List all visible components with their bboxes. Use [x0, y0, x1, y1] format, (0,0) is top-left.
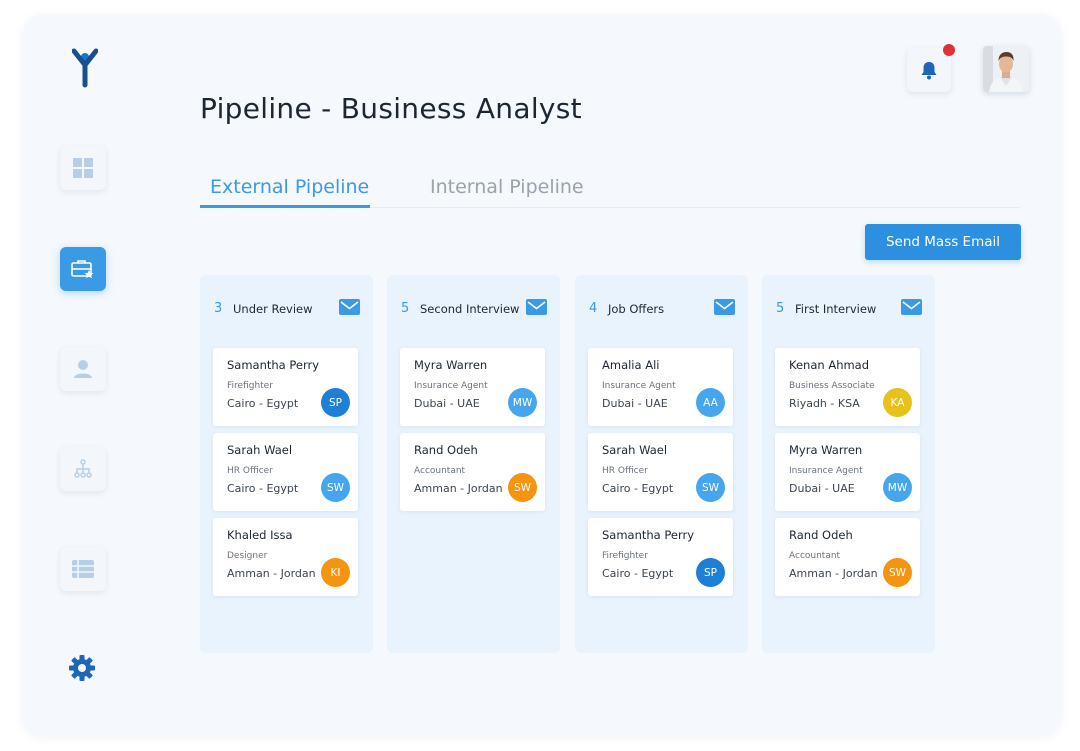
- pipeline-tabs: External Pipeline Internal Pipeline: [200, 172, 1020, 208]
- column-count: 5: [776, 301, 785, 316]
- sidebar-item-reports[interactable]: [60, 547, 106, 591]
- send-mass-email-button[interactable]: Send Mass Email: [865, 224, 1021, 260]
- candidate-role: Designer: [227, 551, 268, 561]
- tab-internal-pipeline[interactable]: Internal Pipeline: [430, 176, 584, 198]
- candidate-initials-avatar: KA: [883, 388, 912, 417]
- candidate-card[interactable]: Myra Warren Insurance Agent Dubai - UAE MW: [400, 348, 545, 426]
- candidate-location: Cairo - Egypt: [602, 482, 674, 495]
- sidebar-item-jobs[interactable]: [60, 247, 106, 291]
- candidate-role: Accountant: [414, 466, 466, 476]
- mail-icon[interactable]: [901, 299, 922, 315]
- column-count: 5: [401, 301, 410, 316]
- user-icon: [74, 360, 92, 378]
- gear-icon[interactable]: [68, 654, 96, 682]
- tab-external-pipeline[interactable]: External Pipeline: [210, 176, 369, 198]
- candidate-role: Insurance Agent: [414, 381, 488, 391]
- candidate-initials-avatar: SW: [321, 473, 350, 502]
- candidate-initials-avatar: SP: [321, 388, 350, 417]
- pipeline-column: 3 Under Review Samantha Perry Firefighter Ca…: [200, 275, 373, 653]
- candidate-name: Samantha Perry: [227, 358, 320, 372]
- candidate-card[interactable]: Sarah Wael HR Officer Cairo - Egypt SW: [213, 433, 358, 511]
- candidate-location: Cairo - Egypt: [227, 397, 299, 410]
- column-header: 5 First Interview: [762, 299, 935, 319]
- candidate-location: Dubai - UAE: [602, 397, 668, 410]
- candidate-name: Sarah Wael: [602, 443, 668, 457]
- column-count: 3: [214, 301, 223, 316]
- briefcase-star-icon: [71, 260, 94, 279]
- column-title: First Interview: [795, 302, 877, 316]
- mail-icon[interactable]: [339, 299, 360, 315]
- candidate-initials-avatar: MW: [883, 473, 912, 502]
- candidate-card[interactable]: Kenan Ahmad Business Associate Riyadh - KS…: [775, 348, 920, 426]
- candidate-name: Amalia Ali: [602, 358, 660, 372]
- candidate-role: Insurance Agent: [602, 381, 676, 391]
- candidate-card[interactable]: Samantha Perry Firefighter Cairo - Egypt SP: [213, 348, 358, 426]
- column-title: Job Offers: [608, 302, 665, 316]
- candidate-card[interactable]: Samantha Perry Firefighter Cairo - Egypt SP: [588, 518, 733, 596]
- sidebar-item-candidates[interactable]: [60, 347, 106, 391]
- candidate-card[interactable]: Amalia Ali Insurance Agent Dubai - UAE AA: [588, 348, 733, 426]
- candidate-initials-avatar: KI: [321, 558, 350, 587]
- page-title: Pipeline - Business Analyst: [200, 92, 582, 125]
- column-header: 4 Job Offers: [575, 299, 748, 319]
- org-chart-icon: [74, 459, 92, 478]
- candidate-name: Kenan Ahmad: [789, 358, 870, 372]
- candidate-initials-avatar: SW: [883, 558, 912, 587]
- candidate-card[interactable]: Sarah Wael HR Officer Cairo - Egypt SW: [588, 433, 733, 511]
- pipeline-column: 5 First Interview Kenan Ahmad Business Asso…: [762, 275, 935, 653]
- candidate-role: Accountant: [789, 551, 841, 561]
- candidate-location: Amman - Jordan: [227, 567, 316, 580]
- candidate-role: Firefighter: [602, 551, 648, 561]
- candidate-name: Rand Odeh: [789, 528, 853, 542]
- candidate-card[interactable]: Khaled Issa Designer Amman - Jordan KI: [213, 518, 358, 596]
- pipeline-column: 5 Second Interview Myra Warren Insurance Ag…: [387, 275, 560, 653]
- column-title: Under Review: [233, 302, 313, 316]
- candidate-initials-avatar: SW: [508, 473, 537, 502]
- candidate-card[interactable]: Rand Odeh Accountant Amman - Jordan SW: [400, 433, 545, 511]
- candidate-name: Rand Odeh: [414, 443, 478, 457]
- active-tab-indicator: [200, 205, 370, 208]
- candidate-name: Khaled Issa: [227, 528, 293, 542]
- profile-photo: [983, 46, 1029, 92]
- column-count: 4: [589, 301, 598, 316]
- candidate-card[interactable]: Rand Odeh Accountant Amman - Jordan SW: [775, 518, 920, 596]
- candidate-role: Insurance Agent: [789, 466, 863, 476]
- user-avatar[interactable]: [983, 46, 1029, 92]
- candidate-initials-avatar: MW: [508, 388, 537, 417]
- dashboard-icon: [73, 158, 93, 178]
- candidate-role: Firefighter: [227, 381, 273, 391]
- candidate-location: Amman - Jordan: [414, 482, 503, 495]
- candidate-role: HR Officer: [227, 466, 273, 476]
- candidate-initials-avatar: SW: [696, 473, 725, 502]
- bell-icon: [921, 61, 937, 79]
- pipeline-column: 4 Job Offers Amalia Ali Insurance Agent Duba…: [575, 275, 748, 653]
- candidate-location: Riyadh - KSA: [789, 397, 860, 410]
- candidate-card[interactable]: Myra Warren Insurance Agent Dubai - UAE MW: [775, 433, 920, 511]
- candidate-initials-avatar: AA: [696, 388, 725, 417]
- sidebar-item-organization[interactable]: [60, 447, 106, 491]
- candidate-name: Sarah Wael: [227, 443, 293, 457]
- candidate-location: Dubai - UAE: [414, 397, 480, 410]
- candidate-location: Dubai - UAE: [789, 482, 855, 495]
- candidate-initials-avatar: SP: [696, 558, 725, 587]
- column-header: 3 Under Review: [200, 299, 373, 319]
- y-logo: [72, 48, 98, 88]
- candidate-location: Cairo - Egypt: [602, 567, 674, 580]
- candidate-name: Samantha Perry: [602, 528, 695, 542]
- mail-icon[interactable]: [714, 299, 735, 315]
- notification-badge: [943, 44, 955, 56]
- candidate-role: Business Associate: [789, 381, 875, 391]
- sidebar-item-dashboard[interactable]: [60, 146, 106, 190]
- candidate-name: Myra Warren: [414, 358, 488, 372]
- list-icon: [72, 560, 94, 578]
- column-title: Second Interview: [420, 302, 520, 316]
- candidate-name: Myra Warren: [789, 443, 863, 457]
- mail-icon[interactable]: [526, 299, 547, 315]
- candidate-location: Cairo - Egypt: [227, 482, 299, 495]
- column-header: 5 Second Interview: [387, 299, 560, 319]
- candidate-role: HR Officer: [602, 466, 648, 476]
- candidate-location: Amman - Jordan: [789, 567, 878, 580]
